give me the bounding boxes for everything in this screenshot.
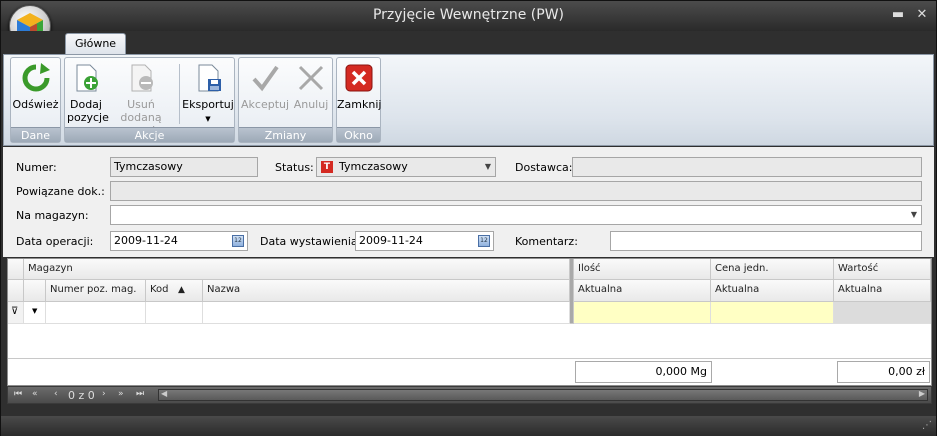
status-select[interactable]: T Tymczasowy ▼	[316, 157, 496, 177]
group-akcje: Dodaj pozycje Usuń dodaną pozycję	[64, 57, 235, 143]
band-ilosc[interactable]: Ilość	[574, 259, 711, 280]
accept-button[interactable]: Akceptuj	[241, 62, 289, 128]
numer-label: Numer:	[16, 161, 57, 174]
document-form: Numer: Tymczasowy Status: T Tymczasowy ▼…	[3, 147, 934, 257]
filter-nazwa[interactable]	[203, 302, 570, 324]
chevron-down-icon: ▼	[910, 210, 917, 219]
chevron-down-icon: ▼	[484, 162, 491, 171]
magazyn-select[interactable]: ▼	[110, 205, 922, 225]
col-wartosc-aktualna[interactable]: Aktualna	[834, 280, 931, 302]
col-kod[interactable]: Kod ▲	[146, 280, 203, 302]
dostawca-label: Dostawca:	[515, 161, 573, 174]
last-page-icon[interactable]: ⏭	[136, 389, 144, 399]
footer-divider	[8, 358, 931, 359]
powiazane-label: Powiązane dok.:	[16, 185, 105, 198]
app-window: Przyjęcie Wewnętrzne (PW) ▬ ✕ Główne Odś…	[0, 0, 937, 436]
calendar-icon[interactable]: 12	[478, 235, 490, 247]
filter-ilosc[interactable]	[574, 302, 711, 324]
chevron-down-icon: ▼	[32, 307, 38, 315]
komentarz-field[interactable]	[610, 231, 922, 251]
band-wartosc[interactable]: Wartość	[834, 259, 931, 280]
filter-dropdown[interactable]: ▼	[24, 302, 46, 324]
group-dane: Odśwież Dane	[10, 57, 61, 143]
chevron-down-icon: ▼	[205, 115, 211, 123]
export-icon	[198, 64, 221, 92]
data-operacji-label: Data operacji:	[16, 235, 94, 248]
ribbon-tabstrip: Główne	[1, 31, 936, 55]
scroll-right-icon[interactable]: ▶	[919, 389, 925, 398]
data-operacji-field[interactable]: 2009-11-24 12	[110, 231, 248, 251]
calendar-icon[interactable]: 12	[232, 235, 244, 247]
scroll-left-icon[interactable]: ◀	[161, 389, 167, 398]
col-numer-poz-mag[interactable]: Numer poz. mag.	[46, 280, 146, 302]
numer-field[interactable]: Tymczasowy	[110, 157, 258, 177]
first-page-icon[interactable]: ⏮	[14, 389, 22, 399]
refresh-button[interactable]: Odśwież	[11, 62, 60, 128]
pager-position: 0 z 0	[68, 389, 95, 402]
total-ilosc: 0,000 Mg	[575, 361, 712, 383]
group-label-zmiany: Zmiany	[239, 127, 332, 142]
window-title: Przyjęcie Wewnętrzne (PW)	[372, 7, 565, 23]
grid-pager: ⏮ « ‹ 0 z 0 › » ⏭ ◀ ▶	[7, 386, 932, 404]
checkmark-icon	[252, 65, 279, 92]
komentarz-label: Komentarz:	[515, 235, 578, 248]
data-wystawienia-label: Data wystawienia:	[260, 235, 362, 248]
group-label-dane: Dane	[11, 127, 60, 142]
grid-corner	[8, 259, 24, 280]
magazyn-label: Na magazyn:	[16, 209, 89, 222]
group-label-akcje: Akcje	[65, 127, 234, 142]
group-okno: Zamknij Okno	[336, 57, 381, 143]
filter-numer[interactable]	[46, 302, 146, 324]
tab-glowne[interactable]: Główne	[65, 33, 126, 55]
x-mark-icon	[298, 65, 324, 91]
resize-grip-icon[interactable]: ⋰	[922, 420, 932, 431]
filter-wartosc[interactable]	[834, 302, 931, 324]
close-red-icon	[345, 64, 372, 92]
remove-position-button[interactable]: Usuń dodaną pozycję	[109, 62, 173, 137]
prev-page-icon[interactable]: ‹	[54, 389, 58, 399]
positions-grid: Magazyn Ilość Cena jedn. Wartość Numer p…	[7, 258, 932, 386]
close-button[interactable]: Zamknij	[337, 62, 381, 128]
band-magazyn[interactable]: Magazyn	[24, 259, 570, 280]
col-ilosc-aktualna[interactable]: Aktualna	[574, 280, 711, 302]
refresh-icon	[22, 63, 50, 92]
col-nazwa[interactable]: Nazwa	[203, 280, 570, 302]
dostawca-field[interactable]	[572, 157, 922, 177]
sort-ascending-icon: ▲	[178, 285, 185, 295]
ribbon-separator	[179, 64, 180, 124]
group-label-okno: Okno	[337, 127, 380, 142]
export-button[interactable]: Eksportuj ▼	[182, 62, 234, 128]
ribbon: Odśwież Dane Dodaj pozycje Usuń dodaną E…	[3, 54, 934, 146]
row-indicator-header	[8, 280, 24, 302]
group-zmiany: Akceptuj Anuluj Zmiany	[238, 57, 333, 143]
filter-icon: ⊽	[11, 306, 19, 317]
status-bar: ⋰	[1, 416, 936, 436]
minimize-icon[interactable]: ▬	[889, 7, 907, 22]
filter-cena[interactable]	[711, 302, 834, 324]
expand-col-header	[24, 280, 46, 302]
filter-row-indicator: ⊽	[8, 302, 24, 324]
status-t-icon: T	[321, 161, 333, 173]
filter-kod[interactable]	[146, 302, 203, 324]
col-cena-aktualna[interactable]: Aktualna	[711, 280, 834, 302]
title-bar: Przyjęcie Wewnętrzne (PW) ▬ ✕	[1, 1, 936, 31]
status-label: Status:	[275, 161, 314, 174]
cancel-button[interactable]: Anuluj	[291, 62, 331, 128]
total-wartosc: 0,00 zł	[837, 361, 930, 383]
close-window-icon[interactable]: ✕	[913, 7, 931, 22]
powiazane-field[interactable]	[110, 181, 922, 201]
prev-page-group-icon[interactable]: «	[32, 389, 38, 399]
band-cena[interactable]: Cena jedn.	[711, 259, 834, 280]
next-page-icon[interactable]: ›	[102, 389, 106, 399]
data-wystawienia-field[interactable]: 2009-11-24 12	[355, 231, 494, 251]
next-page-group-icon[interactable]: »	[118, 389, 124, 399]
horizontal-scrollbar[interactable]: ◀ ▶	[158, 389, 928, 401]
remove-document-icon	[131, 64, 153, 92]
add-document-icon	[76, 64, 98, 92]
add-position-button[interactable]: Dodaj pozycje	[67, 62, 109, 128]
